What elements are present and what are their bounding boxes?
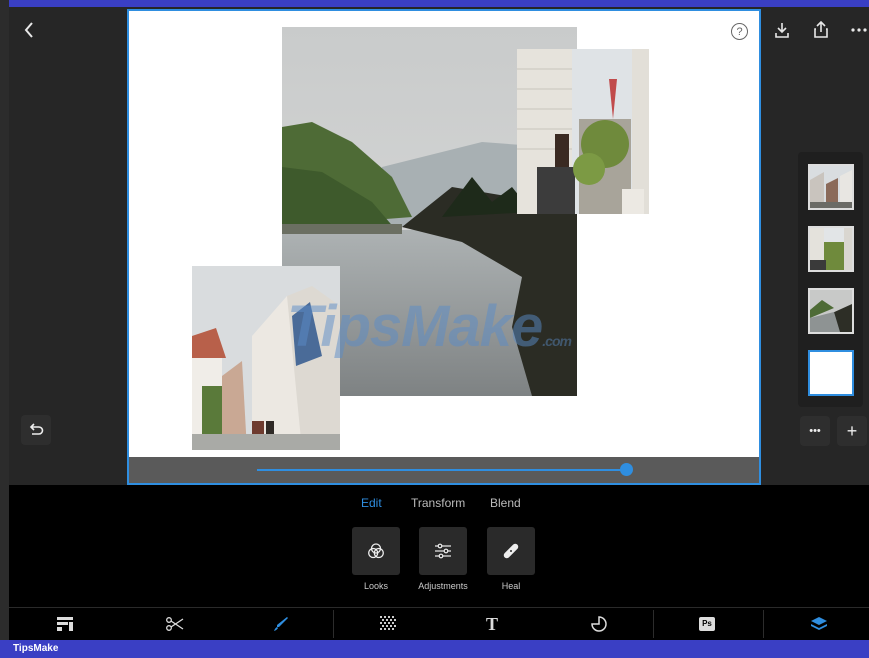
heal-icon (503, 543, 519, 559)
looks-button[interactable] (352, 527, 400, 575)
help-icon[interactable]: ? (731, 23, 748, 40)
opacity-slider-strip (129, 457, 759, 483)
adjustments-icon (435, 543, 451, 559)
add-layer-button[interactable]: + (837, 416, 867, 446)
brand-bar: TipsMake (0, 640, 869, 658)
toolbar-separator (333, 610, 334, 638)
text-icon[interactable]: T (462, 608, 522, 640)
undo-icon (29, 423, 44, 435)
tab-edit[interactable]: Edit (361, 496, 382, 510)
looks-icon (368, 543, 384, 559)
brand-label: TipsMake (13, 643, 59, 654)
layer-thumb-background[interactable] (808, 350, 854, 396)
watermark: TipsMake.com (287, 294, 572, 359)
window-frame-left (0, 0, 9, 640)
photo-alley[interactable] (517, 49, 649, 214)
heal-button[interactable] (487, 527, 535, 575)
toolbar-separator (763, 610, 764, 638)
share-icon[interactable] (810, 19, 832, 41)
tab-blend[interactable]: Blend (490, 496, 521, 510)
toolbar-separator (653, 610, 654, 638)
canvas[interactable]: TipsMake.com ? (127, 9, 761, 485)
layer-more-button[interactable]: ••• (800, 416, 830, 446)
heal-label: Heal (501, 581, 521, 591)
cut-icon[interactable] (145, 608, 205, 640)
more-icon[interactable] (848, 19, 869, 41)
layer-thumb-fjord[interactable] (808, 288, 854, 334)
layout-icon[interactable] (35, 608, 95, 640)
undo-button[interactable] (21, 415, 51, 445)
tool-panel: Edit Transform Blend Looks Adjustments H… (9, 485, 869, 607)
texture-icon[interactable] (358, 608, 418, 640)
opacity-slider-thumb[interactable] (620, 463, 633, 476)
adjustments-button[interactable] (419, 527, 467, 575)
ps-icon[interactable]: Ps (677, 608, 737, 640)
bottom-toolbar: T Ps (9, 607, 869, 640)
layers-icon[interactable] (789, 608, 849, 640)
layer-thumb-alley[interactable] (808, 226, 854, 272)
layer-thumb-street-top[interactable] (808, 164, 854, 210)
back-icon[interactable] (19, 19, 39, 41)
tab-transform[interactable]: Transform (411, 496, 465, 510)
brush-icon[interactable] (251, 608, 311, 640)
opacity-slider-track[interactable] (257, 469, 627, 471)
download-icon[interactable] (771, 19, 793, 41)
layers-panel (798, 152, 863, 407)
window-frame-top (0, 0, 869, 7)
shape-icon[interactable] (569, 608, 629, 640)
